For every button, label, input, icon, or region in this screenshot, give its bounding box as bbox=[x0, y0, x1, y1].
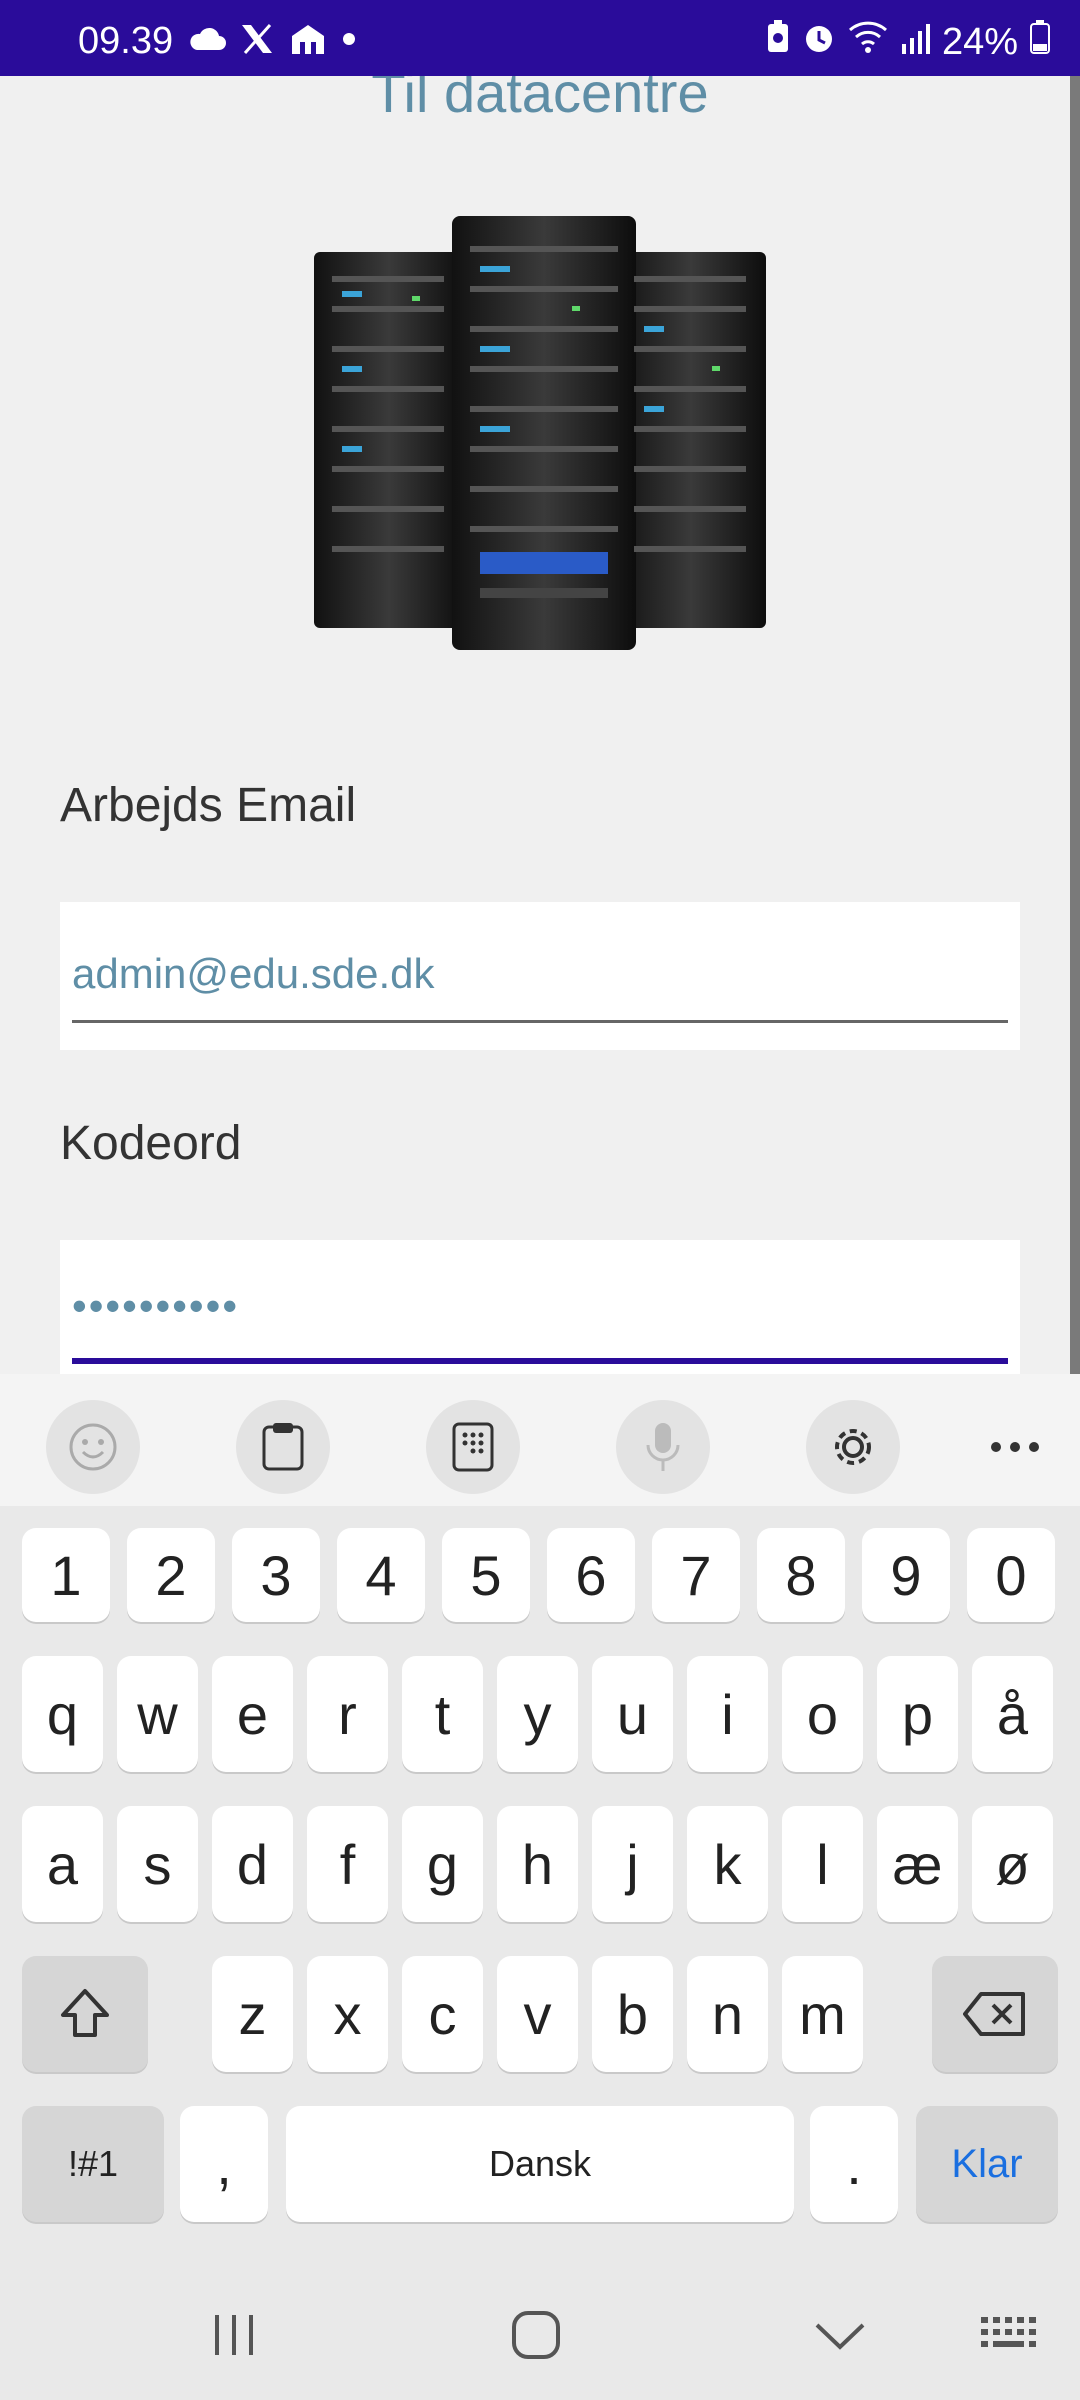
home-icon[interactable] bbox=[496, 2300, 576, 2370]
key-d[interactable]: d bbox=[212, 1806, 293, 1922]
key-oe[interactable]: ø bbox=[972, 1806, 1053, 1922]
keypad-icon[interactable] bbox=[426, 1400, 520, 1494]
alarm-icon bbox=[802, 20, 836, 64]
symbols-key[interactable]: !#1 bbox=[22, 2106, 164, 2222]
keyboard: 1 2 3 4 5 6 7 8 9 0 q w e r t y u i o p … bbox=[0, 1374, 1080, 2400]
key-r[interactable]: r bbox=[307, 1656, 388, 1772]
backspace-icon bbox=[963, 1992, 1025, 2036]
shift-key[interactable] bbox=[22, 1956, 148, 2072]
key-k[interactable]: k bbox=[687, 1806, 768, 1922]
email-label: Arbejds Email bbox=[60, 779, 357, 832]
key-g[interactable]: g bbox=[402, 1806, 483, 1922]
key-3[interactable]: 3 bbox=[232, 1528, 320, 1622]
key-ae[interactable]: æ bbox=[877, 1806, 958, 1922]
shift-icon bbox=[61, 1989, 109, 2037]
key-o[interactable]: o bbox=[782, 1656, 863, 1772]
key-0[interactable]: 0 bbox=[967, 1528, 1055, 1622]
comma-key[interactable]: , bbox=[180, 2106, 268, 2222]
key-2[interactable]: 2 bbox=[127, 1528, 215, 1622]
password-underline bbox=[72, 1358, 1008, 1364]
cloud-icon bbox=[188, 26, 226, 57]
key-y[interactable]: y bbox=[497, 1656, 578, 1772]
food-delivery-icon bbox=[288, 22, 328, 61]
battery-percent: 24% bbox=[941, 20, 1018, 63]
server-racks-image bbox=[312, 216, 768, 656]
backspace-key[interactable] bbox=[932, 1956, 1058, 2072]
navigation-bar bbox=[0, 2274, 1080, 2400]
space-key[interactable]: Dansk bbox=[286, 2106, 794, 2222]
keyboard-switch-icon[interactable] bbox=[970, 2300, 1050, 2370]
key-b[interactable]: b bbox=[592, 1956, 673, 2072]
key-s[interactable]: s bbox=[117, 1806, 198, 1922]
key-t[interactable]: t bbox=[402, 1656, 483, 1772]
key-u[interactable]: u bbox=[592, 1656, 673, 1772]
key-6[interactable]: 6 bbox=[547, 1528, 635, 1622]
key-m[interactable]: m bbox=[782, 1956, 863, 2072]
key-1[interactable]: 1 bbox=[22, 1528, 110, 1622]
email-field[interactable]: admin@edu.sde.dk bbox=[60, 902, 1020, 1050]
key-p[interactable]: p bbox=[877, 1656, 958, 1772]
emoji-icon[interactable] bbox=[46, 1400, 140, 1494]
key-n[interactable]: n bbox=[687, 1956, 768, 2072]
clipboard-icon[interactable] bbox=[236, 1400, 330, 1494]
battery-icon bbox=[1030, 20, 1050, 64]
page-heading: Til datacentre bbox=[371, 76, 709, 124]
key-aa[interactable]: å bbox=[972, 1656, 1053, 1772]
keyboard-toolbar bbox=[0, 1374, 1080, 1506]
enter-key[interactable]: Klar bbox=[916, 2106, 1058, 2222]
signal-icon bbox=[900, 21, 930, 64]
status-bar: 09.39 24% bbox=[0, 0, 1080, 76]
app-content: Til datacentre Arbejds Email admin@edu.s… bbox=[0, 76, 1080, 1374]
key-q[interactable]: q bbox=[22, 1656, 103, 1772]
scrollbar[interactable] bbox=[1070, 76, 1080, 1374]
key-z[interactable]: z bbox=[212, 1956, 293, 2072]
microphone-icon[interactable] bbox=[616, 1400, 710, 1494]
key-x[interactable]: x bbox=[307, 1956, 388, 2072]
key-w[interactable]: w bbox=[117, 1656, 198, 1772]
email-value: admin@edu.sde.dk bbox=[72, 950, 435, 997]
key-5[interactable]: 5 bbox=[442, 1528, 530, 1622]
password-value: •••••••••• bbox=[72, 1282, 240, 1329]
key-j[interactable]: j bbox=[592, 1806, 673, 1922]
dot-icon bbox=[342, 32, 356, 51]
recent-apps-icon[interactable] bbox=[194, 2300, 274, 2370]
password-field[interactable]: •••••••••• bbox=[60, 1240, 1020, 1374]
key-i[interactable]: i bbox=[687, 1656, 768, 1772]
key-l[interactable]: l bbox=[782, 1806, 863, 1922]
password-label: Kodeord bbox=[60, 1117, 242, 1170]
key-f[interactable]: f bbox=[307, 1806, 388, 1922]
key-h[interactable]: h bbox=[497, 1806, 578, 1922]
key-v[interactable]: v bbox=[497, 1956, 578, 2072]
key-c[interactable]: c bbox=[402, 1956, 483, 2072]
back-icon[interactable] bbox=[800, 2300, 880, 2370]
wifi-icon bbox=[848, 20, 888, 64]
key-8[interactable]: 8 bbox=[757, 1528, 845, 1622]
settings-icon[interactable] bbox=[806, 1400, 900, 1494]
key-9[interactable]: 9 bbox=[862, 1528, 950, 1622]
status-time: 09.39 bbox=[78, 20, 174, 62]
period-key[interactable]: . bbox=[810, 2106, 898, 2222]
key-a[interactable]: a bbox=[22, 1806, 103, 1922]
x-logo-icon bbox=[240, 23, 274, 60]
email-underline bbox=[72, 1020, 1008, 1023]
battery-saver-icon bbox=[766, 20, 790, 64]
key-e[interactable]: e bbox=[212, 1656, 293, 1772]
key-7[interactable]: 7 bbox=[652, 1528, 740, 1622]
key-4[interactable]: 4 bbox=[337, 1528, 425, 1622]
more-icon[interactable] bbox=[968, 1400, 1062, 1494]
